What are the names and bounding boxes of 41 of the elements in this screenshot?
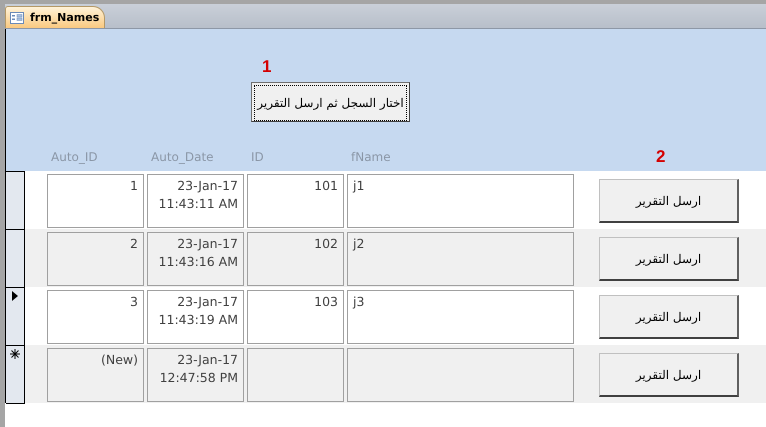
- date-text: 23-Jan-17: [177, 352, 238, 367]
- name-field[interactable]: [347, 348, 574, 402]
- auto-id-field[interactable]: 2: [47, 232, 144, 286]
- auto-date-field[interactable]: 23-Jan-17 11:43:19 AM: [147, 290, 244, 344]
- record-selector[interactable]: [6, 229, 25, 288]
- send-report-button[interactable]: ارسل التقرير: [599, 295, 739, 339]
- time-text: 11:43:16 AM: [158, 254, 238, 269]
- date-text: 23-Jan-17: [177, 178, 238, 193]
- date-text: 23-Jan-17: [177, 236, 238, 251]
- column-label: ID: [251, 150, 264, 164]
- send-report-button[interactable]: ارسل التقرير: [599, 353, 739, 397]
- select-and-send-button[interactable]: اختار السجل ثم ارسل التقرير: [251, 82, 410, 122]
- time-text: 11:43:11 AM: [158, 196, 238, 211]
- time-text: 11:43:19 AM: [158, 312, 238, 327]
- id-field[interactable]: 103: [247, 290, 344, 344]
- id-field[interactable]: [247, 348, 344, 402]
- id-field[interactable]: 101: [247, 174, 344, 228]
- column-label: fName: [351, 150, 391, 164]
- auto-date-field[interactable]: 23-Jan-17 11:43:16 AM: [147, 232, 244, 286]
- name-field[interactable]: j2: [347, 232, 574, 286]
- record-selector[interactable]: [6, 171, 25, 230]
- auto-id-field[interactable]: 1: [47, 174, 144, 228]
- auto-date-field[interactable]: 23-Jan-17 11:43:11 AM: [147, 174, 244, 228]
- send-report-button[interactable]: ارسل التقرير: [599, 237, 739, 281]
- form-tab[interactable]: frm_Names: [5, 6, 105, 28]
- column-label: Auto_ID: [51, 150, 98, 164]
- record-selector[interactable]: [6, 287, 25, 346]
- auto-id-field[interactable]: (New): [47, 348, 144, 402]
- id-field[interactable]: 102: [247, 232, 344, 286]
- name-field[interactable]: j3: [347, 290, 574, 344]
- column-label: Auto_Date: [151, 150, 214, 164]
- name-field[interactable]: j1: [347, 174, 574, 228]
- auto-id-field[interactable]: 3: [47, 290, 144, 344]
- send-report-button[interactable]: ارسل التقرير: [599, 179, 739, 223]
- date-text: 23-Jan-17: [177, 294, 238, 309]
- step-number: 2: [656, 147, 666, 167]
- time-text: 12:47:58 PM: [160, 370, 238, 385]
- step-number: 1: [262, 57, 272, 77]
- form-icon: [10, 12, 24, 24]
- record-selector[interactable]: [6, 345, 25, 404]
- auto-date-field[interactable]: 23-Jan-17 12:47:58 PM: [147, 348, 244, 402]
